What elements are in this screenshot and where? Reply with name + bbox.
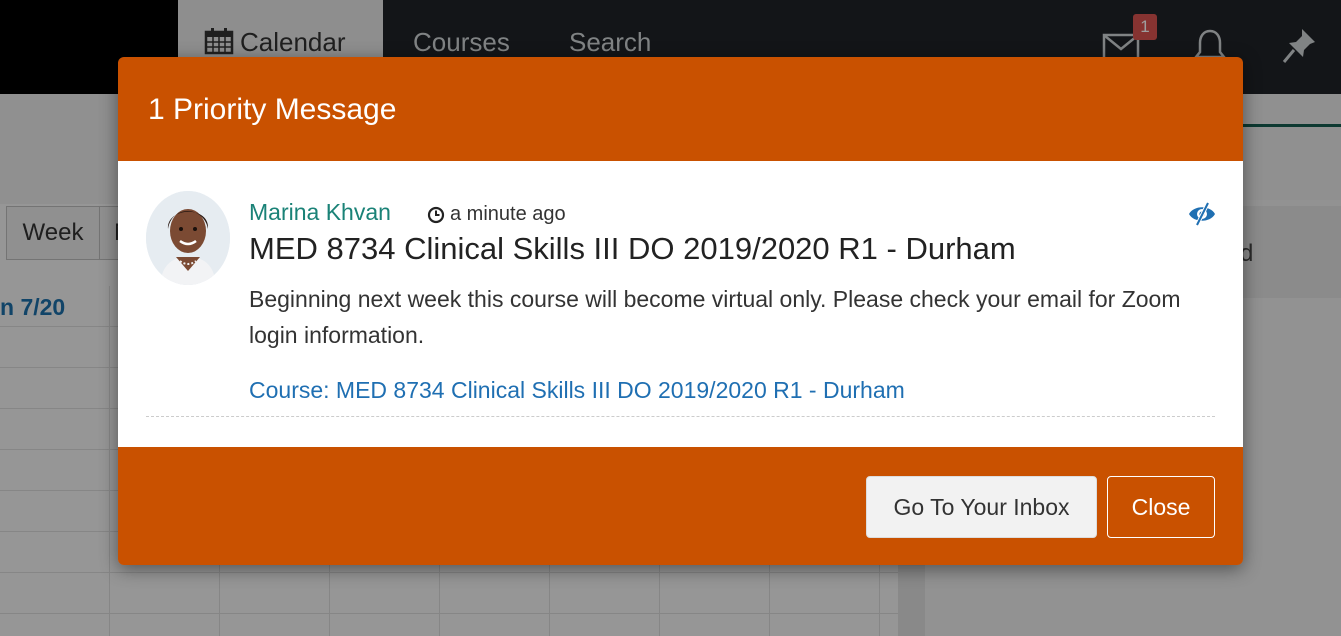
clock-icon — [427, 206, 445, 223]
message-divider — [146, 416, 1215, 417]
avatar — [146, 191, 230, 285]
message-time-label: a minute ago — [450, 203, 566, 225]
priority-message-modal: 1 Priority Message Marina Khvan a minute — [118, 57, 1243, 565]
course-link[interactable]: Course: MED 8734 Clinical Skills III DO … — [249, 377, 905, 404]
avatar-image — [146, 191, 230, 285]
message-title: MED 8734 Clinical Skills III DO 2019/202… — [249, 231, 1016, 266]
modal-header: 1 Priority Message — [118, 57, 1243, 161]
eye-slash-icon[interactable] — [1188, 201, 1216, 227]
modal-body: Marina Khvan a minute ago MED 8734 Clini… — [118, 161, 1243, 447]
message-author[interactable]: Marina Khvan — [249, 199, 391, 226]
message-timestamp: a minute ago — [427, 203, 566, 226]
message-body: Beginning next week this course will bec… — [249, 286, 1181, 348]
modal-title: 1 Priority Message — [148, 93, 397, 126]
go-to-inbox-button[interactable]: Go To Your Inbox — [866, 476, 1097, 538]
close-button[interactable]: Close — [1107, 476, 1215, 538]
